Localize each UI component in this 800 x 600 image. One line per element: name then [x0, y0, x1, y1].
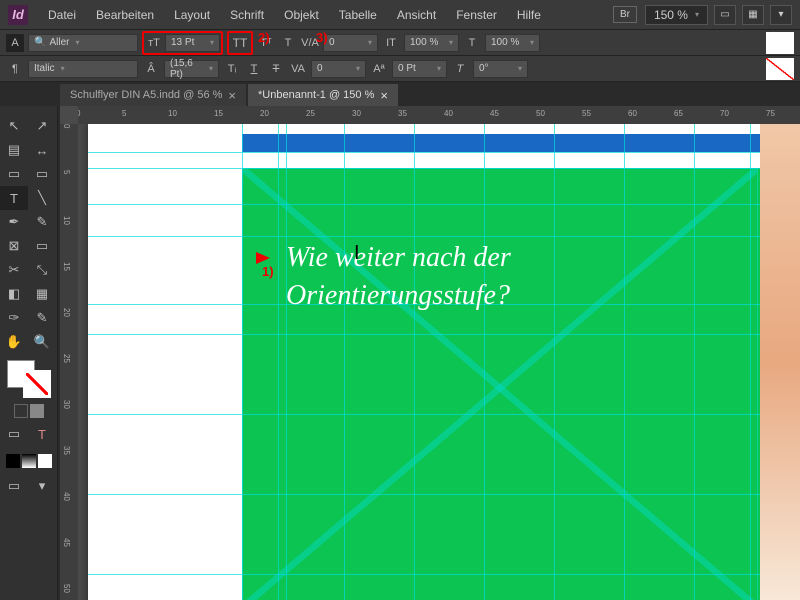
- menu-fenster[interactable]: Fenster: [446, 8, 507, 22]
- baseline-icon: Aª: [370, 60, 388, 78]
- baseline-field[interactable]: 0 Pt: [392, 60, 447, 78]
- format-text-icon[interactable]: T: [28, 422, 56, 446]
- character-mode-icon[interactable]: A: [6, 34, 24, 52]
- zoom-level[interactable]: 150 %: [645, 5, 708, 25]
- menu-hilfe[interactable]: Hilfe: [507, 8, 551, 22]
- content-placer-tool[interactable]: ▭: [28, 162, 56, 186]
- toolbox: ↖↗ ▤↔ ▭▭ T╲ ✒✎ ⊠▭ ✂⤡ ◧▦ ✑✎ ✋🔍 ▭T ▭▾: [0, 106, 58, 600]
- eyedropper-tool[interactable]: ✎: [28, 306, 56, 330]
- paragraph-mode-icon[interactable]: ¶: [6, 60, 24, 78]
- view-mode-preview[interactable]: ▾: [28, 474, 56, 498]
- gradient-swatch-tool[interactable]: ◧: [0, 282, 28, 306]
- superscript-icon[interactable]: T: [279, 34, 297, 52]
- menu-tabelle[interactable]: Tabelle: [329, 8, 387, 22]
- format-container-icon[interactable]: ▭: [0, 422, 28, 446]
- menu-bearbeiten[interactable]: Bearbeiten: [86, 8, 164, 22]
- vscale-field[interactable]: 100 %: [404, 34, 459, 52]
- gap-tool[interactable]: ↔: [28, 138, 56, 162]
- control-panel-row1: A 🔍Aller тT 13 Pt TT Tᵀ T V/A 0 IT 100 %…: [0, 30, 800, 56]
- allcaps-icon[interactable]: TT: [231, 34, 249, 52]
- scissors-tool[interactable]: ✂: [0, 258, 28, 282]
- subscript-icon[interactable]: Tᵢ: [223, 60, 241, 78]
- arrange-icon[interactable]: ▦: [742, 5, 764, 25]
- annotation-2: 2): [258, 30, 270, 45]
- underline-icon[interactable]: T: [245, 60, 263, 78]
- page-tool[interactable]: ▤: [0, 138, 28, 162]
- menu-ansicht[interactable]: Ansicht: [387, 8, 446, 22]
- tab-schulflyer[interactable]: Schulflyer DIN A5.indd @ 56 %×: [60, 84, 246, 106]
- direct-selection-tool[interactable]: ↗: [28, 114, 56, 138]
- zoom-tool[interactable]: 🔍: [28, 330, 56, 354]
- view-mode-normal[interactable]: ▭: [0, 474, 28, 498]
- pen-tool[interactable]: ✒: [0, 210, 28, 234]
- skew-icon: T: [451, 60, 469, 78]
- rectangle-frame-tool[interactable]: ⊠: [0, 234, 28, 258]
- type-tool[interactable]: T: [0, 186, 28, 210]
- screen-mode-icon[interactable]: ▭: [714, 5, 736, 25]
- tab-unbenannt[interactable]: *Unbenannt-1 @ 150 %×: [248, 84, 398, 106]
- menu-layout[interactable]: Layout: [164, 8, 220, 22]
- workspace: 051015202530354045505560657075 051015202…: [60, 106, 800, 600]
- menu-schrift[interactable]: Schrift: [220, 8, 274, 22]
- image-frame[interactable]: [242, 168, 758, 600]
- close-icon[interactable]: ×: [228, 88, 236, 103]
- default-gradient-icon[interactable]: [22, 454, 36, 468]
- menu-objekt[interactable]: Objekt: [274, 8, 329, 22]
- tracking-field[interactable]: 0: [311, 60, 366, 78]
- default-none-icon[interactable]: [38, 454, 52, 468]
- close-icon[interactable]: ×: [380, 88, 388, 103]
- headline-text[interactable]: Wie weiter nach derOrientierungsstufe?: [286, 239, 511, 315]
- font-size-field[interactable]: 13 Pt: [165, 34, 220, 52]
- menubar: Id Datei Bearbeiten Layout Schrift Objek…: [0, 0, 800, 30]
- fill-swatch-button[interactable]: [766, 32, 794, 54]
- gradient-feather-tool[interactable]: ▦: [28, 282, 56, 306]
- hand-tool[interactable]: ✋: [0, 330, 28, 354]
- photo-strip: [760, 124, 800, 600]
- fill-stroke-swatch[interactable]: [7, 360, 51, 398]
- hscale-icon: T: [463, 34, 481, 52]
- selection-tool[interactable]: ↖: [0, 114, 28, 138]
- free-transform-tool[interactable]: ⤡: [28, 258, 56, 282]
- page[interactable]: Wie weiter nach derOrientierungsstufe? I…: [88, 124, 768, 600]
- canvas[interactable]: Wie weiter nach derOrientierungsstufe? I…: [78, 124, 800, 600]
- stroke-swatch-button[interactable]: [766, 58, 794, 80]
- apply-gradient-icon[interactable]: [30, 404, 44, 418]
- annotation-1: 1): [262, 264, 274, 279]
- pencil-tool[interactable]: ✎: [28, 210, 56, 234]
- note-tool[interactable]: ✑: [0, 306, 28, 330]
- document-tabbar: Schulflyer DIN A5.indd @ 56 %× *Unbenann…: [0, 82, 800, 106]
- rectangle-tool[interactable]: ▭: [28, 234, 56, 258]
- font-family-dropdown[interactable]: 🔍Aller: [28, 34, 138, 52]
- ruler-horizontal[interactable]: 051015202530354045505560657075: [78, 106, 800, 124]
- content-collector-tool[interactable]: ▭: [0, 162, 28, 186]
- font-style-dropdown[interactable]: Italic: [28, 60, 138, 78]
- annotation-box-3: TT: [227, 31, 253, 55]
- default-black-icon[interactable]: [6, 454, 20, 468]
- vscale-icon: IT: [382, 34, 400, 52]
- skew-field[interactable]: 0°: [473, 60, 528, 78]
- workspace-icon[interactable]: ▾: [770, 5, 792, 25]
- tracking-icon: VA: [289, 60, 307, 78]
- bridge-button[interactable]: Br: [613, 6, 637, 23]
- annotation-3: 3): [316, 30, 328, 45]
- menu-datei[interactable]: Datei: [38, 8, 86, 22]
- apply-color-icon[interactable]: [14, 404, 28, 418]
- ruler-vertical[interactable]: 05101520253035404550: [60, 124, 78, 600]
- line-tool[interactable]: ╲: [28, 186, 56, 210]
- leading-field[interactable]: (15,6 Pt): [164, 60, 219, 78]
- hscale-field[interactable]: 100 %: [485, 34, 540, 52]
- annotation-box-2: тT 13 Pt: [142, 31, 223, 55]
- annotation-arrow: [256, 252, 270, 264]
- leading-icon: Â: [142, 60, 160, 78]
- font-size-icon: тT: [145, 34, 163, 52]
- strikethrough-icon[interactable]: T: [267, 60, 285, 78]
- control-panel-row2: ¶ Italic Â (15,6 Pt) Tᵢ T T VA 0 Aª 0 Pt…: [0, 56, 800, 82]
- app-logo: Id: [8, 5, 28, 25]
- kerning-field[interactable]: 0: [323, 34, 378, 52]
